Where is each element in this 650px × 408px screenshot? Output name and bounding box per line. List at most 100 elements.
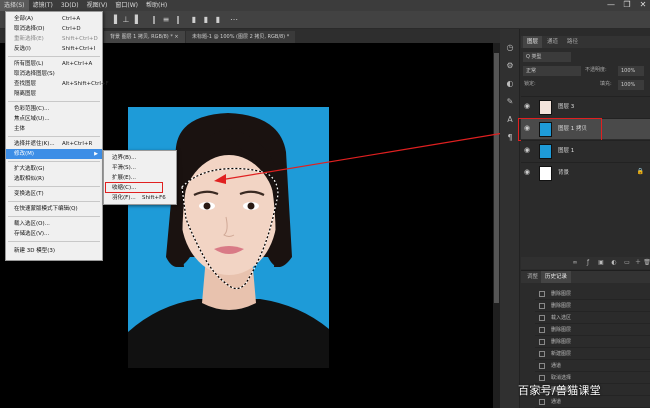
layers-toolbar: ∞ ƒ ▣ ◐ ▭ ＋ 🗑 [521, 257, 650, 269]
menu-item-save-selection[interactable]: 存储选区(V)... [6, 229, 102, 239]
history-item[interactable]: 删除图层 [535, 288, 650, 300]
highlight-contract-box [105, 182, 163, 193]
tab-paths[interactable]: 路径 [563, 36, 582, 48]
blend-mode-select[interactable]: 正常 [523, 66, 581, 76]
tab-document-2[interactable]: 未标题-1 @ 100% (图层 2 拷贝, RGB/8) * [186, 31, 296, 43]
history-item[interactable]: 通道 [535, 360, 650, 372]
menu-item-find-layers[interactable]: 查找图层 Alt+Shift+Ctrl+F [6, 79, 109, 89]
properties-icon[interactable]: ⚙ [505, 61, 515, 71]
menu-item-similar[interactable]: 选取相似(R) [6, 174, 102, 184]
distribute-center-icon[interactable]: ▮ [202, 15, 210, 25]
canvas-scrollbar[interactable] [493, 43, 500, 408]
character-icon[interactable]: A [505, 115, 515, 125]
distribute-top-icon[interactable]: ‖ [150, 15, 158, 25]
lock-icon[interactable]: 🔒 [637, 168, 644, 175]
highlight-layer-box [518, 118, 602, 141]
maximize-icon[interactable]: ❐ [620, 0, 634, 11]
layer-name: 图层 1 [558, 148, 575, 154]
kind-filter-select[interactable]: Q 类型 [523, 52, 571, 62]
history-step-icon [539, 399, 545, 405]
adjustment-layer-icon[interactable]: ◐ [610, 259, 618, 267]
history-step-icon [539, 375, 545, 381]
opacity-input[interactable]: 100% [618, 66, 644, 76]
menu-item-focus-area[interactable]: 焦点区域(U)... [6, 114, 102, 124]
history-item[interactable]: 删除图层 [535, 336, 650, 348]
align-top-icon[interactable]: ▐ [110, 15, 118, 25]
menu-item-color-range[interactable]: 色彩范围(C)... [6, 104, 102, 114]
more-options-icon[interactable]: ⋯ [230, 15, 238, 25]
fx-icon[interactable]: ƒ [584, 259, 592, 267]
history-step-icon [539, 303, 545, 309]
trash-icon[interactable]: 🗑 [643, 259, 650, 267]
menu-item-reselect[interactable]: 重新选择(E) Shift+Ctrl+D [6, 34, 102, 44]
tab-layers[interactable]: 图层 [523, 36, 543, 48]
layer-thumbnail [539, 100, 552, 115]
submenu-item-border[interactable]: 边界(B)... [104, 153, 176, 163]
menu-item-inverse[interactable]: 反选(I) Shift+Ctrl+I [6, 44, 102, 54]
menu-item-load-selection[interactable]: 载入选区(O)... [6, 219, 102, 229]
fill-input[interactable]: 100% [618, 80, 644, 90]
menu-item-modify[interactable]: 修改(M) ▶ [6, 149, 102, 159]
history-item[interactable]: 删除图层 [535, 324, 650, 336]
menu-item-grow[interactable]: 扩大选取(G) [6, 164, 102, 174]
mask-icon[interactable]: ▣ [597, 259, 605, 267]
select-menu: 全部(A) Ctrl+A 取消选择(D) Ctrl+D 重新选择(E) Shift+C… [5, 11, 109, 261]
history-icon[interactable]: ◷ [505, 43, 515, 53]
new-group-icon[interactable]: ▭ [623, 259, 631, 267]
layer-row[interactable]: ◉ 图层 3 [521, 96, 650, 117]
history-step-icon [539, 315, 545, 321]
visibility-eye-icon[interactable]: ◉ [524, 146, 530, 155]
tab-document-1[interactable]: 背景 图层 1 拷贝, RGB/8) * × [104, 31, 185, 43]
menu-select[interactable]: 选择(S) [0, 0, 29, 11]
adjustments-icon[interactable]: ◐ [505, 79, 515, 89]
menu-view[interactable]: 视图(V) [83, 0, 112, 11]
history-step-icon [539, 327, 545, 333]
annotation-arrow [214, 129, 523, 184]
align-middle-icon[interactable]: ⊥ [122, 15, 130, 25]
menu-help[interactable]: 帮助(H) [142, 0, 171, 11]
link-layers-icon[interactable]: ∞ [571, 259, 579, 267]
visibility-eye-icon[interactable]: ◉ [524, 168, 530, 177]
lock-label: 锁定: [524, 81, 536, 87]
tab-channels[interactable]: 通道 [543, 36, 562, 48]
visibility-eye-icon[interactable]: ◉ [524, 102, 530, 111]
submenu-item-feather[interactable]: 羽化(F)... Shift+F6 [104, 193, 176, 203]
distribute-middle-icon[interactable]: ≡ [162, 15, 170, 25]
new-layer-icon[interactable]: ＋ [634, 259, 642, 267]
menu-item-isolate-layers[interactable]: 隔离图层 [6, 89, 102, 99]
distribute-right-icon[interactable]: ▮ [214, 15, 222, 25]
menu-item-transform-selection[interactable]: 变换选区(T) [6, 189, 102, 199]
menu-item-select-and-mask[interactable]: 选择并遮住(K)... Alt+Ctrl+R [6, 139, 102, 149]
history-item[interactable]: 删除图层 [535, 300, 650, 312]
distribute-bottom-icon[interactable]: ‖ [174, 15, 182, 25]
layer-row[interactable]: ◉ 背景 🔒 [521, 162, 650, 183]
menu-item-new-3d-model[interactable]: 新建 3D 模型(3) [6, 246, 102, 256]
history-item[interactable]: 新建图层 [535, 348, 650, 360]
menu-item-subject[interactable]: 主体 [6, 124, 102, 134]
menu-filter[interactable]: 滤镜(T) [29, 0, 57, 11]
menu-item-all-layers[interactable]: 所有图层(L) Alt+Ctrl+A [6, 59, 102, 69]
close-icon[interactable]: ✕ [636, 0, 650, 11]
watermark: 百家号/兽猫课堂 [518, 384, 602, 397]
history-item[interactable]: 载入选区 [535, 312, 650, 324]
tab-history[interactable]: 历史记录 [541, 271, 572, 283]
menu-item-quick-mask[interactable]: 在快速蒙版模式下编辑(Q) [6, 204, 102, 214]
tab-adjustments[interactable]: 调整 [523, 271, 542, 283]
paragraph-icon[interactable]: ¶ [505, 133, 515, 143]
fill-label: 填充: [600, 81, 612, 87]
layer-row[interactable]: ◉ 图层 1 [521, 140, 650, 161]
layers-panel-tabs: 图层 通道 路径 [521, 36, 650, 48]
minimize-icon[interactable]: — [604, 0, 618, 11]
menu-item-deselect[interactable]: 取消选择(D) Ctrl+D [6, 24, 102, 34]
history-step-icon [539, 339, 545, 345]
layer-name: 图层 3 [558, 104, 575, 110]
layer-thumbnail [539, 166, 552, 181]
menu-window[interactable]: 窗口(W) [111, 0, 142, 11]
submenu-item-smooth[interactable]: 平滑(S)... [104, 163, 176, 173]
align-bottom-icon[interactable]: ▌ [134, 15, 142, 25]
menu-3d[interactable]: 3D(D) [57, 0, 83, 11]
menu-item-all[interactable]: 全部(A) Ctrl+A [6, 14, 102, 24]
distribute-left-icon[interactable]: ▮ [190, 15, 198, 25]
menu-item-deselect-layers[interactable]: 取消选择图层(S) [6, 69, 102, 79]
brush-icon[interactable]: ✎ [505, 97, 515, 107]
